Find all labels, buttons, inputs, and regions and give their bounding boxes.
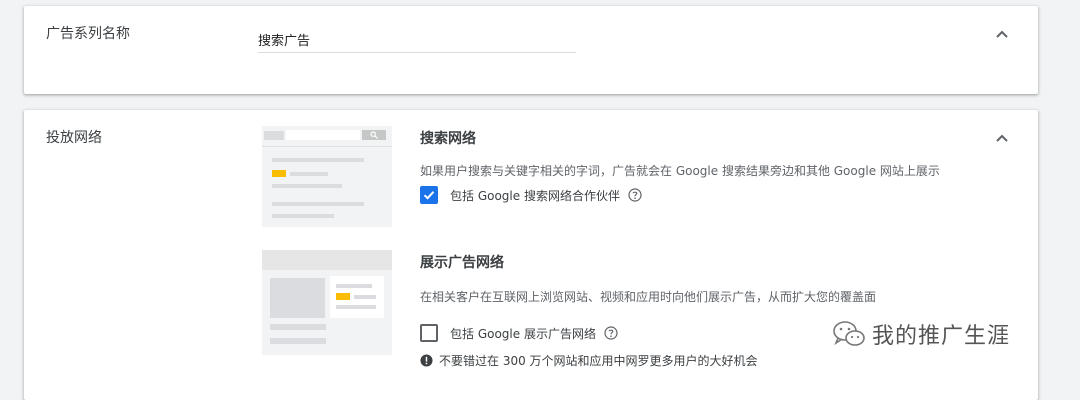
- networks-label: 投放网络: [46, 130, 102, 146]
- campaign-name-input[interactable]: [258, 26, 576, 53]
- display-network-label: 包括 Google 展示广告网络: [450, 326, 596, 341]
- networks-card: 投放网络 搜索网络 如果用户搜索与关键字相关的字词，广告就会在 Google 搜…: [24, 110, 1038, 400]
- collapse-campaign-name-button[interactable]: [990, 22, 1014, 46]
- illus-logo: [264, 131, 284, 140]
- illus-line: [272, 158, 364, 162]
- watermark: 我的推广生涯: [832, 318, 1010, 350]
- help-circle-icon[interactable]: [628, 188, 642, 202]
- search-partners-checkbox[interactable]: [420, 186, 438, 204]
- illus-line: [336, 305, 376, 309]
- chevron-up-icon: [996, 30, 1008, 38]
- watermark-text: 我的推广生涯: [872, 324, 1011, 349]
- display-network-description: 在相关客户在互联网上浏览网站、视频和应用时向他们展示广告，从而扩大您的覆盖面: [420, 290, 877, 304]
- info-filled-icon: [420, 354, 433, 367]
- search-network-section: 搜索网络 如果用户搜索与关键字相关的字词，广告就会在 Google 搜索结果旁边…: [420, 128, 980, 204]
- wechat-icon: [833, 321, 865, 346]
- search-network-illustration: [262, 126, 392, 227]
- checkmark-icon: [423, 191, 435, 200]
- search-icon: [370, 131, 378, 139]
- illus-line: [272, 202, 364, 206]
- illus-line: [272, 184, 342, 188]
- illus-divider: [262, 146, 392, 147]
- display-network-section: 展示广告网络 在相关客户在互联网上浏览网站、视频和应用时向他们展示广告，从而扩大…: [420, 252, 980, 369]
- display-network-title: 展示广告网络: [420, 255, 504, 271]
- illus-searchbar: [286, 130, 360, 140]
- display-network-info-text: 不要错过在 300 万个网站和应用中网罗更多用户的大好机会: [439, 354, 758, 368]
- illus-search-button: [362, 130, 386, 140]
- illus-line: [354, 295, 376, 299]
- search-partners-label: 包括 Google 搜索网络合作伙伴: [450, 188, 620, 203]
- campaign-name-label: 广告系列名称: [46, 26, 130, 42]
- display-network-info: 不要错过在 300 万个网站和应用中网罗更多用户的大好机会: [420, 352, 980, 369]
- collapse-networks-button[interactable]: [990, 126, 1014, 150]
- illus-line: [272, 214, 334, 218]
- display-network-illustration: [262, 250, 392, 355]
- illus-header-bar: [262, 250, 392, 270]
- illus-image-block: [270, 278, 325, 318]
- illus-line: [270, 338, 326, 344]
- search-partners-option[interactable]: 包括 Google 搜索网络合作伙伴: [420, 186, 980, 204]
- illus-line: [270, 324, 326, 330]
- illus-line: [336, 284, 372, 288]
- illus-ad-badge: [272, 170, 286, 177]
- search-network-title: 搜索网络: [420, 131, 476, 147]
- campaign-name-card: 广告系列名称: [24, 6, 1038, 94]
- chevron-up-icon: [996, 134, 1008, 142]
- search-network-description: 如果用户搜索与关键字相关的字词，广告就会在 Google 搜索结果旁边和其他 G…: [420, 164, 940, 178]
- help-circle-icon[interactable]: [604, 326, 618, 340]
- display-network-checkbox[interactable]: [420, 324, 438, 342]
- illus-line: [290, 172, 328, 176]
- illus-ad-badge: [336, 293, 350, 300]
